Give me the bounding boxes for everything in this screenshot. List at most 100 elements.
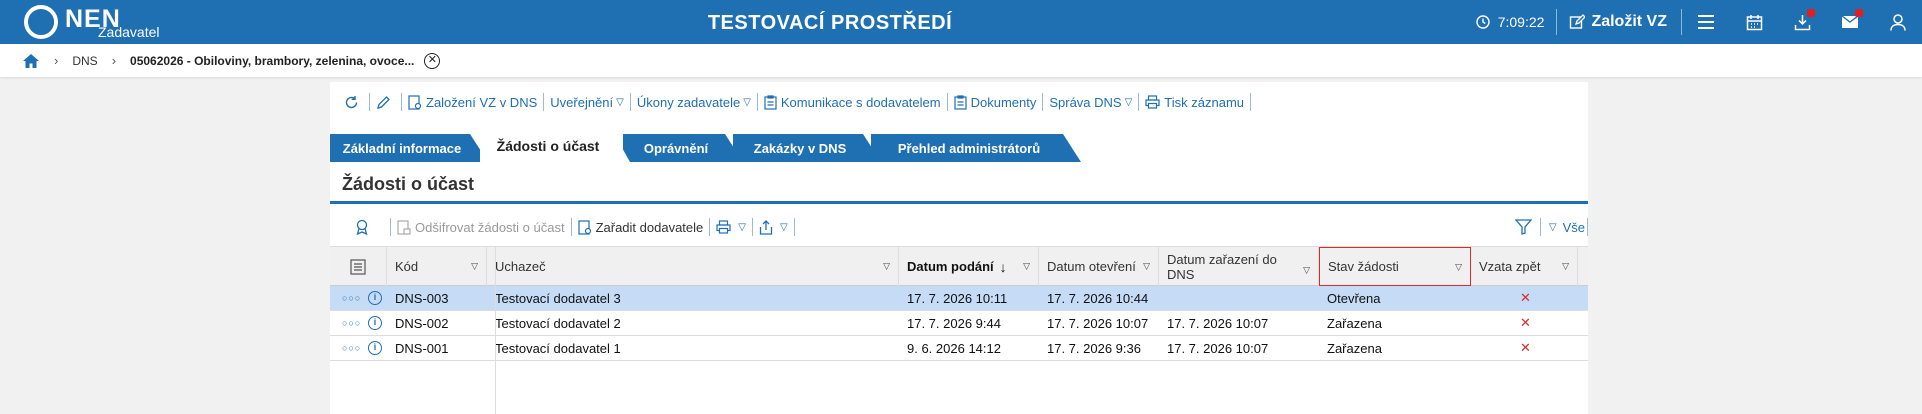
more-options-icon[interactable]: ○○○	[342, 343, 361, 353]
clipboard-icon	[953, 94, 967, 110]
refresh-button[interactable]	[338, 93, 370, 111]
edit-button[interactable]	[370, 93, 402, 111]
cell-stav: Zařazena	[1327, 315, 1382, 331]
decrypt-requests-button[interactable]: Odšifrovat žádosti o účast	[391, 218, 572, 236]
filter-caret-icon[interactable]: ▽	[1562, 261, 1569, 272]
cell-kod: DNS-001	[395, 340, 449, 356]
clock-icon	[1476, 15, 1490, 29]
filter-caret-icon[interactable]: ▽	[471, 261, 478, 272]
column-header-stav-zadosti[interactable]: Stav žádosti ▽	[1319, 247, 1471, 286]
cell-datum-otevreni: 17. 7. 2026 9:36	[1047, 340, 1141, 356]
create-vz-button[interactable]: Založit VZ	[1569, 9, 1682, 35]
info-icon[interactable]: i	[368, 291, 382, 305]
environment-title: TESTOVACÍ PROSTŘEDÍ	[707, 12, 953, 34]
print-menu-button[interactable]: ▽	[710, 218, 753, 236]
mail-icon	[1841, 15, 1859, 28]
caret-down-icon: ▽	[779, 221, 788, 233]
caret-down-icon: ▽	[1548, 221, 1557, 233]
cell-datum-zarazeni: 17. 7. 2026 10:07	[1167, 340, 1269, 356]
assign-supplier-button[interactable]: Zařadit dodavatele	[572, 218, 711, 236]
award-button[interactable]	[330, 218, 391, 236]
filter-icon	[1514, 219, 1532, 235]
column-settings-button[interactable]	[330, 247, 387, 286]
column-header-kod[interactable]: Kód ▽	[387, 247, 487, 286]
record-toolbar: Založení VZ v DNS Uveřejnění ▽ Úkony zad…	[330, 82, 1588, 122]
more-options-icon[interactable]: ○○○	[342, 318, 361, 328]
cell-datum-otevreni: 17. 7. 2026 10:07	[1047, 315, 1149, 331]
more-options-icon[interactable]: ○○○	[342, 293, 361, 303]
home-link[interactable]	[22, 53, 40, 69]
tab-administrators[interactable]: Přehled administrátorů	[871, 134, 1081, 162]
toolbar-item-communication[interactable]: Komunikace s dodavatelem	[758, 93, 948, 111]
toolbar-item-dns-management[interactable]: Správa DNS ▽	[1043, 93, 1140, 111]
caret-down-icon: ▽	[738, 221, 746, 233]
cell-stav: Zařazena	[1327, 340, 1382, 356]
toolbar-item-contracting-actions[interactable]: Úkony zadavatele ▽	[631, 93, 758, 111]
create-vz-label: Založit VZ	[1591, 13, 1667, 30]
requests-toolbar: Odšifrovat žádosti o účast Zařadit dodav…	[330, 212, 1588, 242]
column-header-vzata-zpet[interactable]: Vzata zpět ▽	[1471, 247, 1578, 286]
filter-caret-icon[interactable]: ▽	[1455, 262, 1462, 273]
clipboard-icon	[764, 94, 777, 110]
info-icon[interactable]: i	[368, 341, 382, 355]
tab-bar: Základní informace Oprávnění Zakázky v D…	[330, 130, 1588, 162]
filter-button[interactable]	[1514, 218, 1541, 236]
menu-button[interactable]	[1682, 0, 1730, 44]
filter-caret-icon[interactable]: ▽	[1143, 261, 1150, 272]
tab-participation-requests[interactable]: Žádosti o účast	[480, 130, 630, 162]
toolbar-item-print[interactable]: Tisk záznamu	[1139, 93, 1252, 111]
close-icon[interactable]: ✕	[424, 52, 441, 69]
tab-basic-info[interactable]: Základní informace	[330, 134, 488, 162]
toolbar-item-documents[interactable]: Dokumenty	[948, 93, 1044, 111]
table-row[interactable]: ○○○ i DNS-001 Testovací dodavatel 1 9. 6…	[330, 336, 1588, 361]
view-all-select[interactable]: ▽ Vše	[1541, 218, 1588, 236]
column-header-datum-otevreni[interactable]: Datum otevření ▽	[1039, 247, 1159, 286]
cross-icon: ✕	[1520, 290, 1531, 305]
export-menu-button[interactable]: ▽	[753, 218, 795, 236]
cell-datum-otevreni: 17. 7. 2026 10:44	[1047, 290, 1149, 306]
column-settings-icon	[350, 258, 366, 275]
filter-caret-icon[interactable]: ▽	[883, 261, 890, 272]
cell-uchazec: Testovací dodavatel 3	[495, 290, 621, 306]
printer-icon	[1145, 95, 1160, 109]
filter-caret-icon[interactable]: ▽	[1023, 261, 1030, 272]
breadcrumb-item-dns[interactable]: DNS	[72, 54, 97, 68]
breadcrumb: › DNS › 05062026 - Obiloviny, brambory, …	[0, 44, 1922, 77]
notification-badge	[1807, 9, 1815, 17]
table-row[interactable]: ○○○ i DNS-003 Testovací dodavatel 3 17. …	[330, 286, 1588, 311]
top-bar: NEN Zadavatel TESTOVACÍ PROSTŘEDÍ 7:09:2…	[0, 0, 1922, 44]
export-icon	[759, 219, 773, 235]
calendar-button[interactable]	[1730, 0, 1778, 44]
edit-icon	[1570, 14, 1586, 29]
chevron-right-icon: ›	[54, 53, 59, 68]
document-gear-icon	[408, 94, 422, 110]
caret-down-icon: ▽	[1124, 96, 1133, 108]
tab-dns-contracts[interactable]: Zakázky v DNS	[733, 134, 881, 162]
filter-caret-icon[interactable]: ▽	[1303, 263, 1310, 278]
filter-controls: ▽ Vše	[1514, 218, 1588, 236]
cross-icon: ✕	[1520, 315, 1531, 330]
cell-kod: DNS-002	[395, 315, 449, 331]
tab-permissions[interactable]: Oprávnění	[623, 134, 743, 162]
messages-button[interactable]	[1826, 0, 1874, 44]
toolbar-item-publication[interactable]: Uveřejnění ▽	[544, 93, 631, 111]
column-header-uchazec[interactable]: Uchazeč ▽	[487, 247, 899, 286]
decrypt-icon	[397, 219, 411, 235]
requests-table: Kód ▽ Uchazeč ▽ Datum podání ↓ ▽ Datum ote…	[330, 246, 1588, 361]
table-row[interactable]: ○○○ i DNS-002 Testovací dodavatel 2 17. …	[330, 311, 1588, 336]
user-button[interactable]	[1874, 0, 1922, 44]
cell-uchazec: Testovací dodavatel 2	[495, 315, 621, 331]
section-title: Žádosti o účast	[330, 162, 1588, 204]
home-icon	[23, 53, 39, 68]
column-header-datum-podani[interactable]: Datum podání ↓ ▽	[899, 247, 1039, 286]
toolbar-item-create-vz[interactable]: Založení VZ v DNS	[402, 93, 545, 111]
caret-down-icon: ▽	[616, 96, 624, 108]
calendar-icon	[1746, 14, 1762, 30]
document-gear-icon	[577, 219, 591, 235]
info-icon[interactable]: i	[368, 316, 382, 330]
cell-uchazec: Testovací dodavatel 1	[495, 340, 621, 356]
pencil-icon	[377, 95, 390, 109]
column-header-datum-zarazeni[interactable]: Datum zařazení do DNS ▽	[1159, 247, 1319, 286]
downloads-button[interactable]	[1778, 0, 1826, 44]
cell-kod: DNS-003	[395, 290, 449, 306]
